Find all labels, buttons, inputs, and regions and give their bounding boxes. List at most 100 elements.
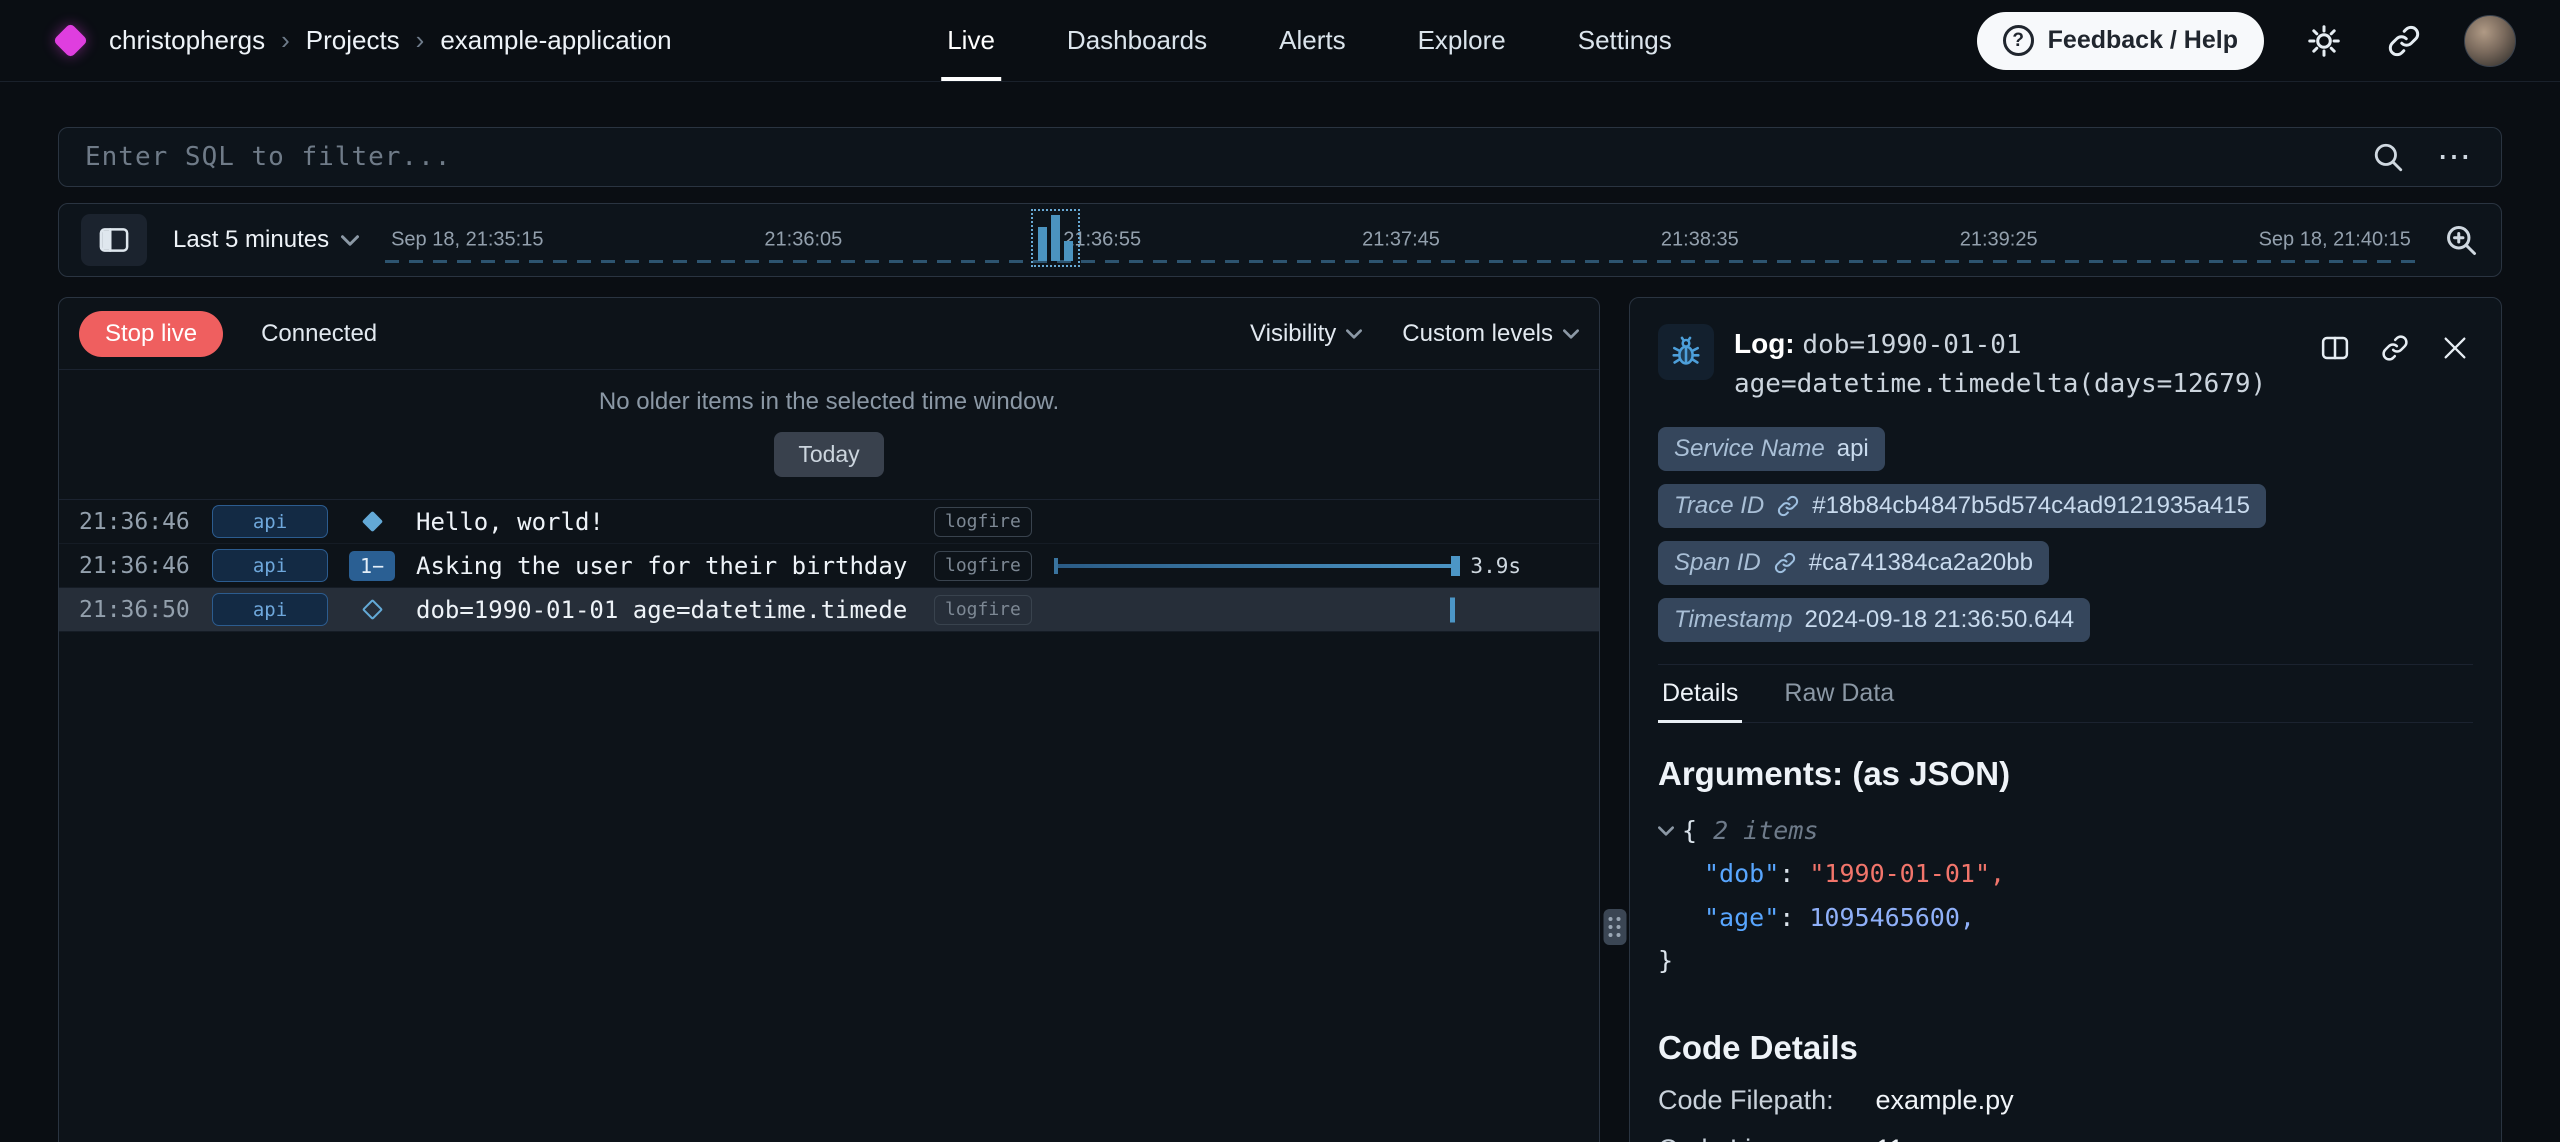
connection-status: Connected bbox=[261, 320, 377, 348]
activity-bar bbox=[1051, 215, 1060, 261]
json-viewer: { 2 items "dob": "1990-01-01", "age": 10… bbox=[1658, 809, 2473, 983]
logfire-tag: logfire bbox=[934, 507, 1032, 537]
code-details-heading: Code Details bbox=[1658, 1029, 2473, 1067]
timeline-tick: Sep 18, 21:35:15 bbox=[391, 229, 543, 252]
link-icon bbox=[1776, 494, 1800, 518]
details-title: Log: dob=1990-01-01 age=datetime.timedel… bbox=[1734, 324, 2297, 403]
breadcrumb-org[interactable]: christophergs bbox=[109, 25, 265, 56]
search-icon[interactable] bbox=[2371, 140, 2405, 174]
badge-label: Service Name bbox=[1674, 435, 1825, 463]
timeline-tick: Sep 18, 21:40:15 bbox=[2259, 229, 2411, 252]
chevron-down-icon bbox=[1346, 329, 1362, 339]
stop-live-button[interactable]: Stop live bbox=[79, 311, 223, 357]
nav-left: christophergs › Projects › example-appli… bbox=[58, 25, 672, 56]
tab-settings[interactable]: Settings bbox=[1572, 0, 1678, 81]
tab-dashboards[interactable]: Dashboards bbox=[1061, 0, 1213, 81]
time-range-selector[interactable]: Last 5 minutes bbox=[173, 226, 359, 254]
tab-explore-label: Explore bbox=[1418, 25, 1506, 56]
log-diamond-icon bbox=[361, 511, 382, 532]
log-row[interactable]: 21:36:46 api 1− Asking the user for thei… bbox=[59, 544, 1599, 588]
nav-right: ? Feedback / Help bbox=[1977, 12, 2516, 70]
sidebar-toggle-icon[interactable] bbox=[81, 214, 147, 266]
tab-details[interactable]: Details bbox=[1658, 665, 1742, 722]
timestamp-badge[interactable]: Timestamp 2024-09-18 21:36:50.644 bbox=[1658, 598, 2090, 642]
span-duration-bar bbox=[1054, 564, 1460, 568]
span-id-badge[interactable]: Span ID #ca741384ca2a20bb bbox=[1658, 541, 2049, 585]
tab-settings-label: Settings bbox=[1578, 25, 1672, 56]
json-key: "dob" bbox=[1704, 852, 1779, 896]
badge-label: Timestamp bbox=[1674, 606, 1792, 634]
tab-live[interactable]: Live bbox=[941, 0, 1001, 81]
page-body: ⋯ Last 5 minutes Sep 18, 21:35:15 21:36:… bbox=[0, 82, 2560, 1142]
feedback-help-button[interactable]: ? Feedback / Help bbox=[1977, 12, 2264, 70]
breadcrumb-project[interactable]: example-application bbox=[440, 25, 671, 56]
log-row-selected[interactable]: 21:36:50 api dob=1990-01-01 age=datetime… bbox=[59, 588, 1599, 632]
code-filepath-value: example.py bbox=[1876, 1085, 2014, 1115]
theme-toggle-sun-icon[interactable] bbox=[2304, 21, 2344, 61]
empty-state-message: No older items in the selected time wind… bbox=[599, 388, 1059, 416]
resize-grip-icon[interactable] bbox=[1603, 909, 1626, 945]
service-badge: api bbox=[212, 505, 328, 538]
breadcrumb: christophergs › Projects › example-appli… bbox=[109, 25, 672, 56]
json-number-value: 1095465600, bbox=[1809, 896, 1975, 940]
timeline-tick: 21:39:25 bbox=[1960, 229, 2038, 252]
tab-alerts[interactable]: Alerts bbox=[1273, 0, 1351, 81]
link-icon bbox=[1773, 551, 1797, 575]
timeline-bar: Last 5 minutes Sep 18, 21:35:15 21:36:05… bbox=[58, 203, 2502, 277]
timeline-track[interactable]: Sep 18, 21:35:15 21:36:05 21:36:55 21:37… bbox=[385, 204, 2417, 276]
activity-bar bbox=[1064, 241, 1073, 261]
log-row[interactable]: 21:36:46 api Hello, world! logfire bbox=[59, 500, 1599, 544]
collapse-children-badge[interactable]: 1− bbox=[349, 551, 395, 581]
log-message: Asking the user for their birthday bbox=[416, 552, 934, 580]
json-colon: : bbox=[1779, 852, 1809, 896]
details-header: Log: dob=1990-01-01 age=datetime.timedel… bbox=[1658, 324, 2473, 403]
json-collapse-icon[interactable] bbox=[1658, 826, 1674, 836]
log-row-spacer bbox=[1032, 500, 1579, 543]
tab-alerts-label: Alerts bbox=[1279, 25, 1345, 56]
logfire-logo-icon[interactable] bbox=[53, 23, 88, 58]
service-name-badge[interactable]: Service Name api bbox=[1658, 427, 1885, 471]
breadcrumb-separator-icon: › bbox=[281, 25, 290, 56]
chevron-down-icon bbox=[1563, 329, 1579, 339]
zoom-in-icon[interactable] bbox=[2443, 222, 2479, 258]
main-area: Stop live Connected Visibility Custom le… bbox=[58, 297, 2502, 1142]
breadcrumb-projects[interactable]: Projects bbox=[306, 25, 400, 56]
filter-more-menu-icon[interactable]: ⋯ bbox=[2433, 140, 2475, 174]
timeline-ticks: Sep 18, 21:35:15 21:36:05 21:36:55 21:37… bbox=[391, 229, 2411, 252]
log-timestamp: 21:36:46 bbox=[79, 509, 212, 535]
tab-raw-data[interactable]: Raw Data bbox=[1780, 665, 1898, 722]
time-range-label: Last 5 minutes bbox=[173, 226, 329, 254]
today-button[interactable]: Today bbox=[774, 432, 883, 477]
timeline-tick: 21:36:05 bbox=[764, 229, 842, 252]
live-controls: Visibility Custom levels bbox=[1250, 320, 1579, 348]
custom-levels-dropdown[interactable]: Custom levels bbox=[1402, 320, 1579, 348]
open-side-panel-icon[interactable] bbox=[2317, 330, 2353, 366]
question-mark-icon: ? bbox=[2003, 25, 2034, 56]
code-filepath-label: Code Filepath: bbox=[1658, 1085, 1868, 1116]
sql-filter-bar: ⋯ bbox=[58, 127, 2502, 187]
json-string-value: "1990-01-01", bbox=[1809, 852, 2005, 896]
live-panel-header: Stop live Connected Visibility Custom le… bbox=[59, 298, 1599, 370]
log-message: dob=1990-01-01 age=datetime.timede bbox=[416, 596, 934, 624]
visibility-dropdown[interactable]: Visibility bbox=[1250, 320, 1362, 348]
sql-filter-input[interactable] bbox=[85, 142, 2343, 172]
log-point-marker bbox=[1450, 597, 1455, 622]
tab-explore[interactable]: Explore bbox=[1412, 0, 1512, 81]
code-lineno-row: Code Lineno: 11 bbox=[1658, 1134, 2473, 1142]
logfire-tag: logfire bbox=[934, 595, 1032, 625]
visibility-label: Visibility bbox=[1250, 320, 1336, 348]
trace-id-badge[interactable]: Trace ID #18b84cb4847b5d574c4ad9121935a4… bbox=[1658, 484, 2266, 528]
timeline-tick: 21:37:45 bbox=[1362, 229, 1440, 252]
timeline-activity-spikes[interactable] bbox=[1031, 209, 1080, 267]
custom-levels-label: Custom levels bbox=[1402, 320, 1553, 348]
log-diamond-hollow-icon bbox=[361, 599, 382, 620]
timeline-tick: 21:38:35 bbox=[1661, 229, 1739, 252]
chevron-down-icon bbox=[341, 235, 359, 246]
copy-link-icon[interactable] bbox=[2377, 330, 2413, 366]
code-filepath-row: Code Filepath: example.py bbox=[1658, 1085, 2473, 1116]
share-link-icon[interactable] bbox=[2384, 21, 2424, 61]
bug-icon bbox=[1658, 324, 1714, 380]
user-avatar[interactable] bbox=[2464, 15, 2516, 67]
panel-resizer bbox=[1600, 297, 1629, 1142]
close-icon[interactable] bbox=[2437, 330, 2473, 366]
